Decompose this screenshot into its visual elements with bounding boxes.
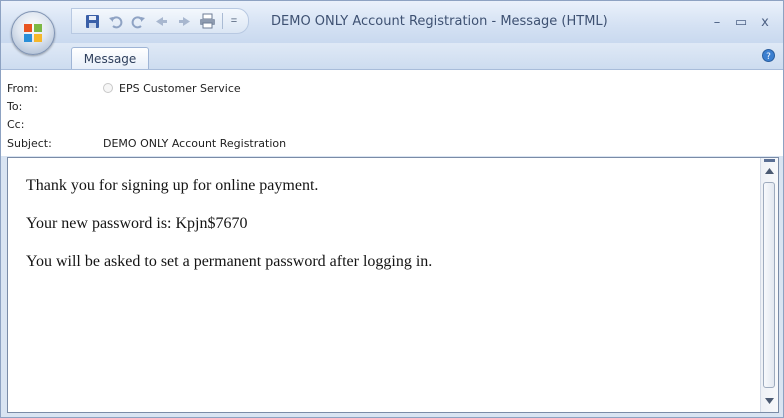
from-value[interactable]: EPS Customer Service bbox=[103, 82, 241, 95]
split-handle[interactable] bbox=[764, 159, 775, 162]
tab-message[interactable]: Message bbox=[71, 47, 149, 69]
scroll-down-icon[interactable] bbox=[761, 394, 778, 408]
to-row: To: bbox=[7, 100, 103, 116]
subject-label: Subject: bbox=[7, 137, 52, 150]
body-paragraph: Your new password is: Kpjn$7670 bbox=[26, 215, 248, 232]
office-logo-icon bbox=[24, 24, 42, 42]
vertical-scrollbar[interactable] bbox=[760, 158, 778, 412]
from-label: From: bbox=[7, 82, 38, 95]
maximize-button[interactable]: ▭ bbox=[731, 13, 751, 31]
toolbar-divider bbox=[222, 13, 223, 29]
save-icon[interactable] bbox=[82, 12, 102, 30]
message-headers: From: EPS Customer Service To: Cc: Subje… bbox=[1, 70, 783, 156]
message-body-pane[interactable]: Thank you for signing up for online paym… bbox=[7, 157, 779, 413]
ribbon-tab-row: Message bbox=[1, 43, 783, 70]
previous-item-icon[interactable] bbox=[151, 12, 171, 30]
print-icon[interactable] bbox=[197, 12, 217, 30]
scroll-up-icon[interactable] bbox=[761, 164, 778, 178]
help-icon[interactable]: ? bbox=[762, 49, 775, 62]
redo-icon[interactable] bbox=[128, 12, 148, 30]
body-paragraph: You will be asked to set a permanent pas… bbox=[26, 253, 433, 270]
office-button[interactable] bbox=[11, 11, 55, 55]
body-paragraph: Thank you for signing up for online paym… bbox=[26, 177, 319, 194]
subject-row: Subject: DEMO ONLY Account Registration bbox=[7, 137, 286, 153]
window-title: DEMO ONLY Account Registration - Message… bbox=[271, 14, 608, 29]
to-label: To: bbox=[7, 100, 23, 113]
svg-text:?: ? bbox=[766, 52, 771, 62]
undo-icon[interactable] bbox=[105, 12, 125, 30]
sender-name[interactable]: EPS Customer Service bbox=[119, 82, 241, 95]
subject-value: DEMO ONLY Account Registration bbox=[103, 137, 287, 150]
from-row: From: EPS Customer Service bbox=[7, 82, 241, 98]
presence-status-icon bbox=[103, 83, 113, 93]
close-button[interactable]: x bbox=[755, 13, 775, 31]
minimize-button[interactable]: – bbox=[707, 13, 727, 31]
message-body-text: Thank you for signing up for online paym… bbox=[26, 176, 754, 290]
cc-row: Cc: bbox=[7, 118, 103, 134]
cc-label: Cc: bbox=[7, 118, 25, 131]
customize-toolbar-button[interactable]: = bbox=[228, 15, 240, 27]
scrollbar-thumb[interactable] bbox=[763, 182, 775, 388]
quick-access-toolbar: = bbox=[71, 8, 249, 34]
next-item-icon[interactable] bbox=[174, 12, 194, 30]
outlook-message-window: DEMO ONLY Account Registration - Message… bbox=[0, 0, 784, 418]
